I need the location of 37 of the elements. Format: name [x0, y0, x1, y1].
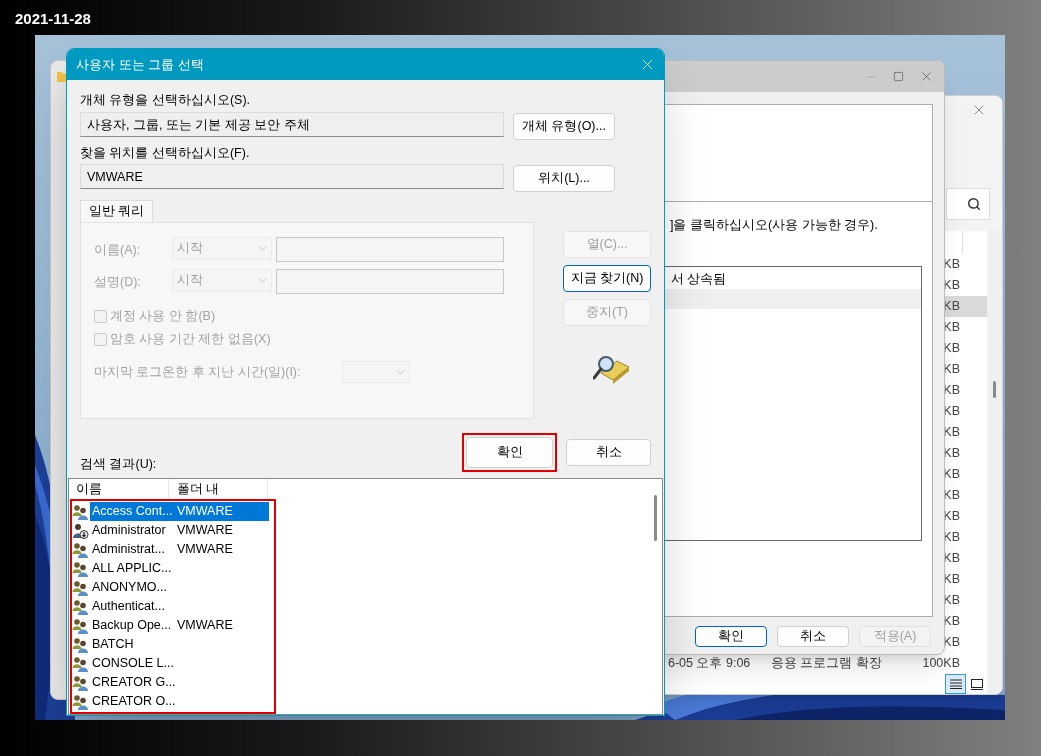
type-cell-text: 응용 프로그램 확장 — [771, 655, 883, 673]
column-header[interactable]: 이름 — [69, 479, 169, 500]
checkbox-label: 계정 사용 안 함(B) — [110, 309, 216, 323]
results-label: 검색 결과(U): — [80, 457, 158, 471]
result-row[interactable]: BATCH — [90, 635, 269, 654]
result-row[interactable]: Backup Ope... VMWARE — [90, 616, 269, 635]
window-title: 사용자 또는 그룹 선택 — [76, 55, 204, 74]
readonly-field: VMWARE — [80, 164, 504, 189]
dialog-button[interactable]: 취소 — [777, 626, 849, 647]
result-row[interactable]: CREATOR G... — [90, 673, 269, 692]
field-label: 이름(A): — [94, 242, 142, 259]
field-label: 찾을 위치를 선택하십시오(F). — [80, 146, 251, 160]
query-button[interactable]: 지금 찾기(N) — [563, 265, 651, 292]
field-label: 개체 유형을 선택하십시오(S). — [80, 93, 252, 107]
cancel-button[interactable]: 취소 — [566, 439, 651, 466]
readonly-field: 사용자, 그룹, 또는 기본 제공 보안 주체 — [80, 112, 504, 137]
date-caption: 2021-11-28 — [15, 10, 91, 27]
tab[interactable]: 일반 쿼리 — [80, 200, 154, 222]
column-header[interactable]: 폴더 내 — [169, 479, 268, 500]
result-row[interactable]: CREATOR O... — [90, 692, 269, 711]
date-cell-text: 6-05 오후 9:06 — [668, 655, 752, 673]
result-row[interactable]: Administrat... VMWARE — [90, 540, 269, 559]
size-cell-text: 100KB — [922, 655, 960, 673]
result-row[interactable]: ALL APPLIC... — [90, 559, 269, 578]
field-label: 마지막 로그온한 후 지난 시간(일)(I): — [94, 363, 302, 381]
field-label: 설명(D): — [94, 274, 142, 291]
result-row[interactable]: Access Cont... VMWARE — [90, 502, 269, 521]
result-row[interactable]: Administrator VMWARE — [90, 521, 269, 540]
result-row[interactable]: Authenticat... — [90, 597, 269, 616]
object-types-button[interactable]: 개체 유형(O)... — [513, 113, 615, 140]
result-row[interactable]: CONSOLE L... — [90, 654, 269, 673]
dialog-button[interactable]: 확인 — [695, 626, 767, 647]
checkbox-label: 암호 사용 기간 제한 없음(X) — [110, 332, 271, 346]
locations-button[interactable]: 위치(L)... — [513, 165, 615, 192]
instruction-text: ]을 클릭하십시오(사용 가능한 경우). — [670, 217, 878, 235]
ok-button[interactable]: 확인 — [466, 437, 553, 468]
result-row[interactable]: ANONYMO... — [90, 578, 269, 597]
